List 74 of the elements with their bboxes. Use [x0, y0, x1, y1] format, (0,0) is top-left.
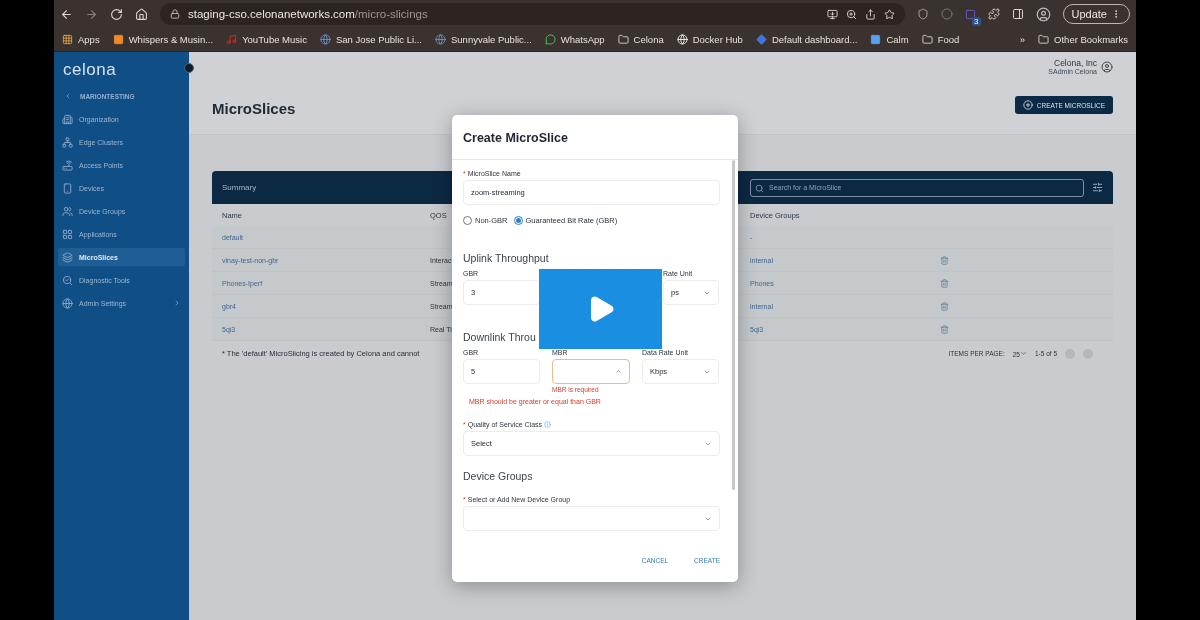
search-icon: [755, 183, 764, 193]
search-icon: [62, 274, 73, 286]
folder-icon: [921, 34, 933, 45]
section-heading: Downlink Throu: [463, 331, 537, 343]
bookmark-link[interactable]: YouTube Music: [226, 34, 307, 45]
plus-icon: [1022, 100, 1033, 110]
delete-icon[interactable]: [940, 301, 949, 311]
music-icon: [226, 34, 238, 45]
lock-icon: [170, 9, 180, 19]
avatar-icon[interactable]: [1035, 6, 1051, 22]
folder-icon: [1038, 34, 1050, 45]
globe-icon: [435, 34, 446, 45]
apps-grid-icon: [62, 34, 73, 45]
bookmark-link[interactable]: Docker Hub: [676, 34, 743, 45]
delete-icon[interactable]: [940, 255, 949, 265]
bookmark-link[interactable]: San Jose Public Li...: [319, 34, 422, 45]
square-icon: [112, 34, 124, 45]
address-bar[interactable]: staging-cso.celonanetworks.com/micro-slicings: [160, 3, 905, 25]
delete-icon[interactable]: [940, 278, 949, 288]
phone-icon: [62, 182, 73, 194]
square-icon: [870, 34, 882, 45]
bookmark-link[interactable]: Whispers & Musin...: [112, 34, 214, 45]
share-icon[interactable]: [864, 8, 876, 20]
globe-icon: [319, 34, 331, 45]
user-icon[interactable]: [1101, 60, 1113, 73]
extension-badge: 3: [972, 16, 981, 26]
mbr-input[interactable]: [552, 359, 630, 384]
zoom-icon[interactable]: [845, 8, 857, 20]
network-icon: [62, 136, 73, 148]
url-text: staging-cso.celonanetworks.com/micro-slicings: [188, 8, 428, 20]
grid-icon: [62, 228, 73, 240]
scrollbar[interactable]: [732, 160, 735, 490]
bookmark-link[interactable]: Food: [921, 34, 960, 45]
forward-arrow-icon[interactable]: [85, 7, 98, 21]
side-panel-icon[interactable]: [1011, 8, 1024, 20]
globe-icon: [676, 34, 688, 45]
section-heading: Device Groups: [463, 470, 534, 482]
bookmark-link[interactable]: Apps: [62, 34, 100, 45]
bookmark-link[interactable]: Calm: [870, 34, 909, 45]
install-icon[interactable]: [826, 8, 838, 20]
more-bookmarks-button[interactable]: »: [1019, 34, 1026, 45]
users-icon: [62, 205, 73, 217]
bookmark-link[interactable]: WhatsApp: [544, 34, 605, 45]
delete-icon[interactable]: [940, 324, 949, 334]
shield-icon[interactable]: [916, 8, 929, 20]
chevron-down-icon: [1019, 349, 1027, 357]
layers-icon: [62, 251, 73, 263]
extension-icon[interactable]: [964, 8, 976, 20]
router-icon: [62, 159, 73, 171]
chat-icon: [544, 34, 556, 45]
company-name: Celona, Inc: [1054, 58, 1097, 68]
home-icon[interactable]: [135, 7, 148, 21]
chevron-left-icon: [64, 92, 72, 100]
bookmark-link[interactable]: Other Bookmarks: [1038, 34, 1128, 45]
table-title: Summary: [222, 183, 258, 192]
back-arrow-icon[interactable]: [60, 7, 73, 21]
circle-icon[interactable]: [940, 8, 953, 20]
reload-icon[interactable]: [110, 7, 123, 21]
logo-text: celona: [62, 60, 118, 80]
section-heading: Uplink Throughput: [463, 252, 550, 264]
building-icon: [62, 113, 73, 125]
bookmark-link[interactable]: Default dashboard...: [755, 34, 858, 45]
globe-icon: [62, 297, 73, 309]
folder-icon: [617, 34, 629, 45]
bookmark-link[interactable]: Celona: [617, 34, 664, 45]
page-title: MicroSlices: [212, 100, 296, 117]
filter-icon[interactable]: [1092, 182, 1103, 193]
dialog-title: Create MicroSlice: [463, 131, 569, 145]
play-button[interactable]: [539, 269, 662, 349]
bookmark-link[interactable]: Sunnyvale Public...: [435, 34, 532, 45]
puzzle-icon[interactable]: [987, 8, 1000, 20]
spinner-icon[interactable]: [615, 368, 622, 375]
diamond-icon: [755, 34, 767, 45]
star-icon[interactable]: [883, 8, 895, 20]
